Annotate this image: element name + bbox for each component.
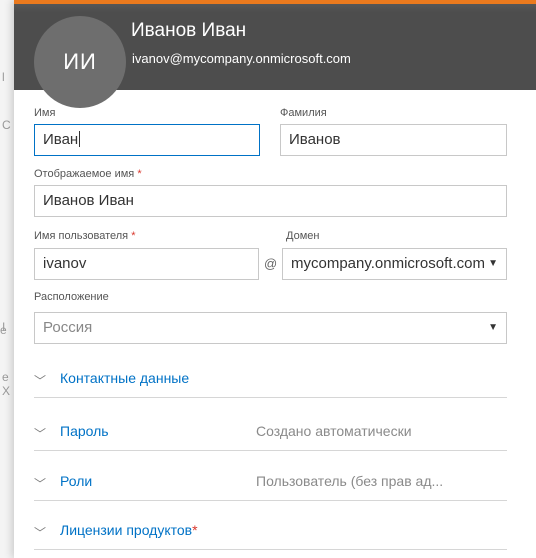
background-fragment: C [2, 118, 11, 132]
last-name-field[interactable]: Иванов [280, 124, 507, 156]
display-name-label: Отображаемое имя * [34, 168, 142, 180]
chevron-down-icon: ﹀ [34, 477, 47, 491]
display-name-value: Иванов Иван [43, 192, 134, 209]
section-password[interactable]: ﹀ Пароль Создано автоматически [34, 423, 507, 451]
location-value: Россия [43, 319, 93, 336]
chevron-down-icon: ﹀ [34, 526, 47, 540]
username-label-text: Имя пользователя [34, 230, 129, 242]
section-product-licenses[interactable]: ﹀ Лицензии продуктов* [34, 522, 507, 550]
section-title: Контактные данные [60, 370, 190, 386]
text-caret [79, 131, 81, 147]
background-fragment: X [2, 384, 11, 398]
chevron-down-icon: ﹀ [34, 427, 47, 441]
dropdown-arrow-icon: ▼ [488, 322, 498, 333]
first-name-label: Имя [34, 107, 56, 119]
user-email: ivanov@mycompany.onmicrosoft.com [132, 51, 351, 66]
section-title: Пароль [60, 423, 109, 439]
section-title-text: Лицензии продуктов [60, 522, 193, 538]
domain-label: Домен [286, 230, 320, 242]
last-name-value: Иванов [289, 131, 341, 148]
section-title: Роли [60, 473, 93, 489]
at-sign: @ [264, 256, 278, 271]
last-name-label: Фамилия [280, 107, 327, 119]
required-marker: * [131, 230, 136, 242]
avatar-initials: ИИ [63, 49, 97, 74]
section-value: Пользователь (без прав ад... [256, 473, 444, 489]
location-label: Расположение [34, 291, 109, 303]
required-marker: * [192, 522, 198, 538]
section-roles[interactable]: ﹀ Роли Пользователь (без прав ад... [34, 473, 507, 501]
section-contact-info[interactable]: ﹀ Контактные данные [34, 370, 507, 398]
username-field[interactable]: ivanov [34, 248, 259, 280]
username-value: ivanov [43, 255, 87, 272]
user-edit-panel: ИИ Иванов Иван ivanov@mycompany.onmicros… [14, 0, 536, 558]
background-fragment: e [2, 370, 9, 384]
first-name-value: Иван [43, 131, 79, 148]
location-select[interactable]: Россия ▼ [34, 312, 507, 344]
display-name-label-text: Отображаемое имя [34, 168, 135, 180]
first-name-field[interactable]: Иван [34, 124, 260, 156]
domain-select[interactable]: mycompany.onmicrosoft.com ▼ [282, 248, 507, 280]
section-value: Создано автоматически [256, 423, 412, 439]
background-fragment: e [0, 323, 7, 337]
dropdown-arrow-icon: ▼ [488, 258, 498, 269]
background-fragment: l [2, 70, 5, 84]
domain-value: mycompany.onmicrosoft.com [291, 255, 485, 272]
required-marker: * [137, 168, 142, 180]
display-name-field[interactable]: Иванов Иван [34, 185, 507, 217]
section-title: Лицензии продуктов* [60, 522, 198, 538]
user-display-name: Иванов Иван [131, 20, 247, 41]
avatar: ИИ [34, 16, 126, 108]
username-label: Имя пользователя * [34, 230, 135, 242]
chevron-down-icon: ﹀ [34, 374, 47, 388]
